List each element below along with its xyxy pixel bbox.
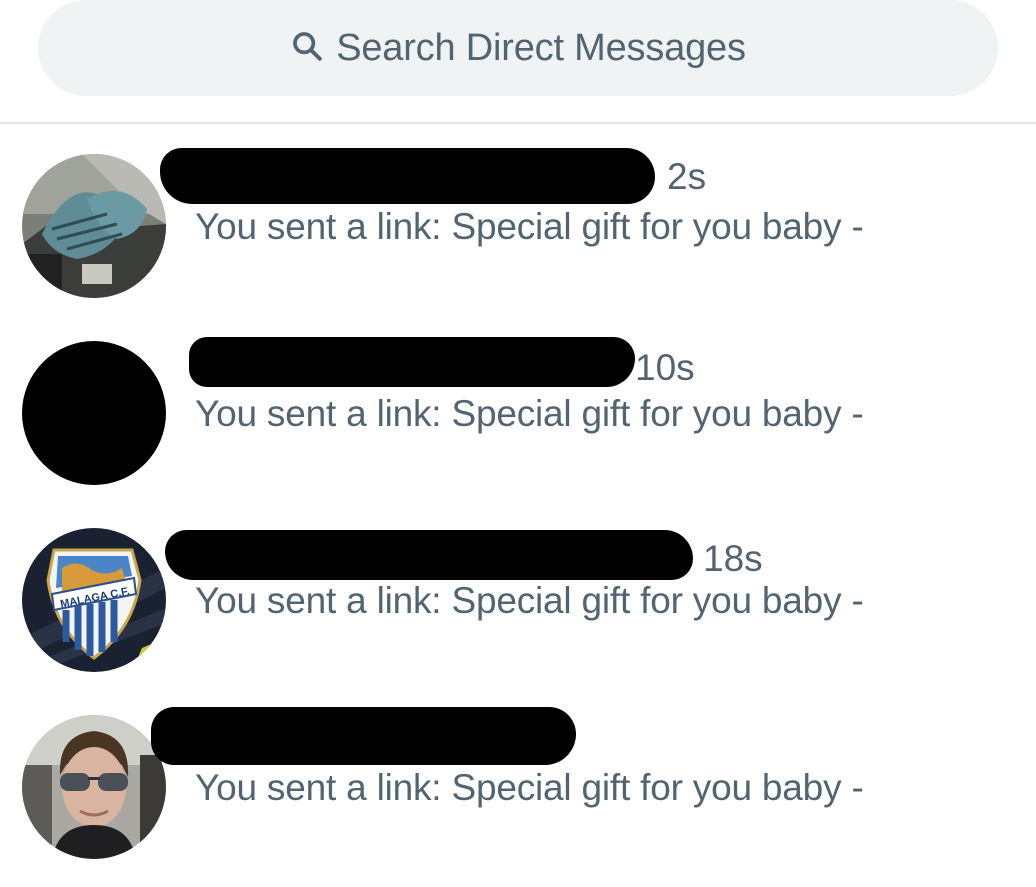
conversation-name-row: 10s: [189, 335, 715, 388]
conversation-name-row: 2s: [160, 148, 715, 204]
avatar: [22, 715, 166, 859]
search-bar[interactable]: Search Direct Messages: [38, 0, 998, 96]
redacted-name: [151, 707, 576, 765]
conversation-item[interactable]: 2s You sent a link: Special gift for you…: [0, 140, 1036, 310]
conversation-name-row: [151, 707, 715, 765]
conversation-name-row: 18s: [165, 522, 795, 580]
message-preview: You sent a link: Special gift for you ba…: [195, 767, 864, 808]
conversation-item[interactable]: 10s You sent a link: Special gift for yo…: [0, 327, 1036, 497]
message-preview: You sent a link: Special gift for you ba…: [195, 393, 864, 434]
avatar: [22, 341, 166, 485]
timestamp: 2s: [667, 156, 707, 197]
conversation-item[interactable]: You sent a link: Special gift for you ba…: [0, 701, 1036, 871]
avatar: [22, 154, 166, 298]
message-preview: You sent a link: Special gift for you ba…: [195, 206, 864, 247]
redacted-name: [160, 148, 655, 204]
message-preview: You sent a link: Special gift for you ba…: [195, 580, 864, 621]
search-icon: [293, 32, 322, 61]
timestamp: 18s: [703, 538, 763, 579]
avatar: MALAGA C.F.: [22, 528, 166, 672]
timestamp: 10s: [635, 347, 695, 388]
search-input[interactable]: Search Direct Messages: [336, 27, 746, 70]
divider: [0, 122, 1036, 124]
redacted-name: [189, 337, 635, 387]
conversation-item[interactable]: MALAGA C.F. 18s You sent a link: Special…: [0, 514, 1036, 684]
redacted-name: [165, 530, 693, 580]
